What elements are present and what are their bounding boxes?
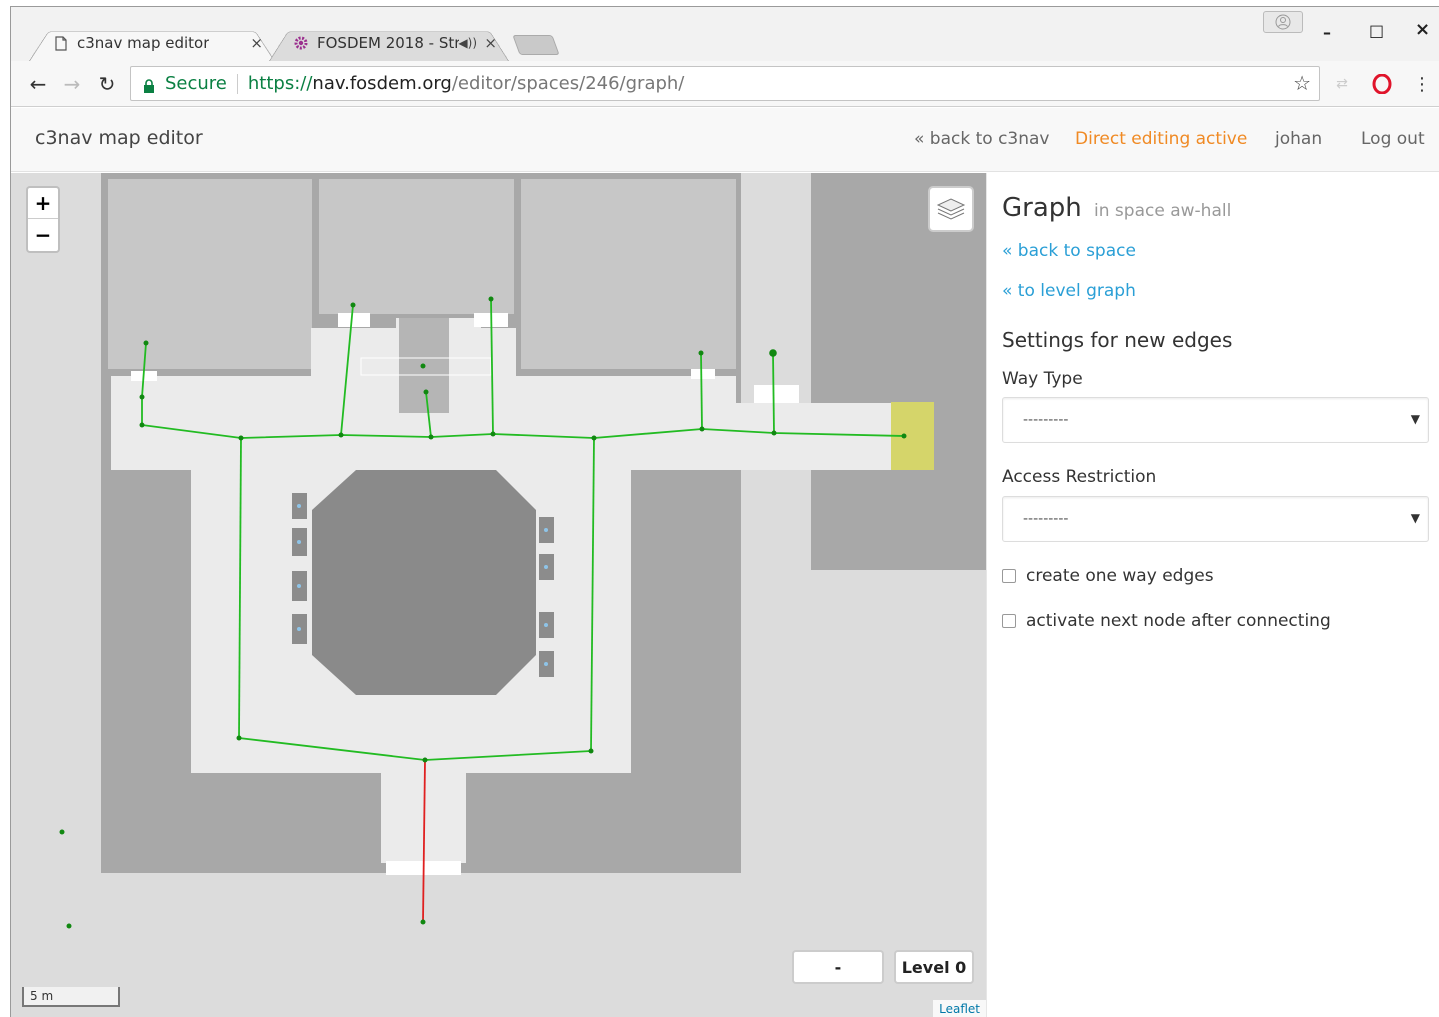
access-restriction-value: --------- — [1023, 511, 1069, 527]
opera-icon[interactable] — [1369, 71, 1395, 97]
divider — [236, 73, 238, 94]
reload-icon[interactable]: ↻ — [94, 71, 120, 97]
map-canvas[interactable]: + − - Level 0 5 m Leaflet — [11, 173, 986, 1017]
lock-icon — [143, 77, 155, 93]
url-host: nav.fosdem.org — [312, 73, 452, 94]
section-heading: Settings for new edges — [1002, 328, 1233, 352]
maximize-button[interactable]: □ — [1369, 21, 1384, 40]
way-type-label: Way Type — [1002, 369, 1083, 389]
activate-next-checkbox[interactable] — [1002, 614, 1016, 628]
to-level-graph-link[interactable]: « to level graph — [1002, 281, 1136, 301]
way-type-select[interactable]: --------- ▼ — [1002, 397, 1429, 443]
user-link[interactable]: johan — [1275, 129, 1322, 149]
back-to-c3nav-link[interactable]: « back to c3nav — [914, 129, 1050, 149]
access-restriction-label: Access Restriction — [1002, 467, 1157, 487]
zoom-out-button[interactable]: − — [28, 219, 58, 250]
back-to-space-link[interactable]: « back to space — [1002, 241, 1136, 261]
browser-toolbar: ← → ↻ Secure https:// nav.fosdem.org /ed… — [11, 61, 1439, 107]
extension-icon[interactable]: ⇄ — [1329, 71, 1355, 97]
bookmark-star-icon[interactable]: ☆ — [1293, 71, 1311, 95]
tab-c3nav[interactable]: c3nav map editor × — [29, 25, 275, 61]
level-dash-button[interactable]: - — [792, 950, 884, 984]
profile-icon[interactable] — [1263, 11, 1303, 33]
speaker-icon: ◀)) — [458, 36, 477, 50]
document-icon — [53, 35, 69, 51]
tab-close-button[interactable]: × — [484, 34, 497, 52]
sidebar-title: Graph in space aw-hall — [1002, 193, 1231, 223]
attribution-link[interactable]: Leaflet — [933, 1000, 986, 1017]
one-way-label: create one way edges — [1026, 566, 1214, 586]
level-0-button[interactable]: Level 0 — [894, 950, 974, 984]
new-tab-button[interactable] — [512, 35, 560, 55]
logout-link[interactable]: Log out — [1361, 129, 1425, 149]
tab-title: FOSDEM 2018 - Str — [317, 34, 459, 52]
browser-window: c3nav map editor × FOSDEM 2018 - Str ◀))… — [10, 6, 1439, 1017]
tab-title: c3nav map editor — [77, 34, 210, 52]
tab-close-button[interactable]: × — [250, 34, 263, 52]
forward-arrow-icon[interactable]: → — [59, 71, 85, 97]
graph-title: Graph — [1002, 193, 1082, 223]
tab-fosdem[interactable]: FOSDEM 2018 - Str ◀)) × — [269, 25, 509, 61]
page-content: c3nav map editor « back to c3nav Direct … — [11, 108, 1439, 1017]
access-restriction-select[interactable]: --------- ▼ — [1002, 496, 1429, 542]
address-bar[interactable]: Secure https:// nav.fosdem.org /editor/s… — [130, 66, 1320, 101]
minimize-button[interactable]: – — [1323, 23, 1331, 42]
tab-strip: c3nav map editor × FOSDEM 2018 - Str ◀))… — [11, 7, 1439, 61]
one-way-checkbox[interactable] — [1002, 569, 1016, 583]
chevron-down-icon: ▼ — [1410, 511, 1420, 525]
way-type-value: --------- — [1023, 412, 1069, 428]
back-arrow-icon[interactable]: ← — [25, 71, 51, 97]
zoom-control: + − — [26, 186, 60, 253]
scale-bar: 5 m — [22, 987, 120, 1007]
menu-kebab-icon[interactable]: ⋮ — [1409, 71, 1435, 97]
layers-icon[interactable] — [928, 186, 974, 232]
one-way-checkbox-row[interactable]: create one way edges — [1002, 566, 1214, 586]
activate-next-label: activate next node after connecting — [1026, 611, 1331, 631]
close-window-button[interactable]: × — [1415, 19, 1430, 40]
url-path: /editor/spaces/246/graph/ — [451, 73, 685, 94]
app-navbar: c3nav map editor « back to c3nav Direct … — [11, 108, 1439, 172]
zoom-in-button[interactable]: + — [28, 188, 58, 219]
chevron-down-icon: ▼ — [1410, 412, 1420, 426]
secure-label: Secure — [165, 73, 227, 94]
activate-next-checkbox-row[interactable]: activate next node after connecting — [1002, 611, 1331, 631]
url-scheme: https:// — [247, 73, 313, 94]
editor-sidebar: Graph in space aw-hall « back to space «… — [986, 173, 1439, 1017]
space-subtitle: in space aw-hall — [1094, 201, 1232, 221]
floorplan[interactable] — [11, 173, 986, 1017]
direct-editing-link[interactable]: Direct editing active — [1075, 129, 1247, 149]
app-brand[interactable]: c3nav map editor — [35, 127, 203, 149]
fosdem-gear-icon — [293, 35, 309, 51]
